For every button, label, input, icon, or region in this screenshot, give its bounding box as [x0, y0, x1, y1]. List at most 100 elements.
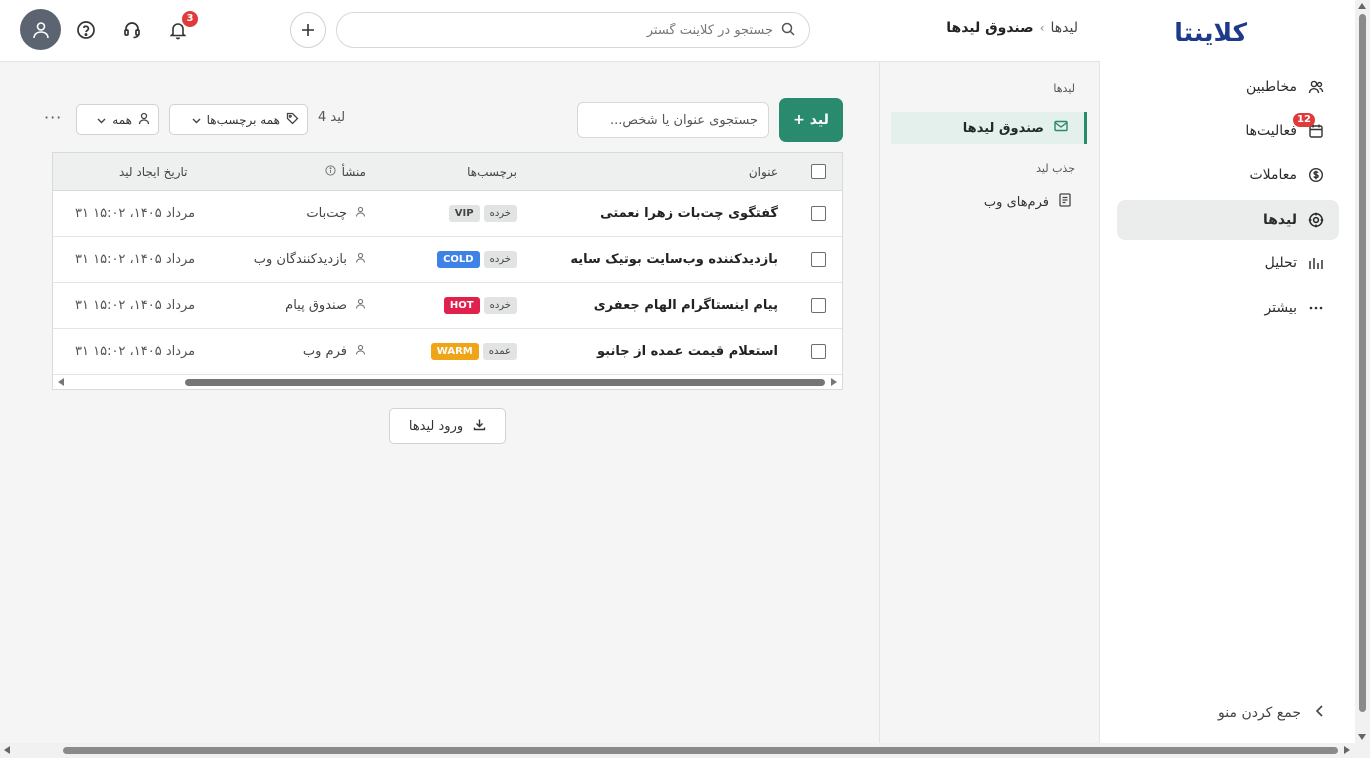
sidebar-item-deals[interactable]: معاملات: [1117, 155, 1339, 195]
add-lead-button[interactable]: + لید: [779, 98, 843, 142]
lead-title[interactable]: گفتگوی چت‌بات زهرا نعمتی: [600, 191, 778, 236]
person-icon: [355, 206, 366, 221]
tags-filter-dropdown[interactable]: همه برچسب‌ها: [169, 104, 308, 135]
chevron-down-icon: [192, 113, 201, 127]
temperature-tag: VIP: [448, 205, 480, 222]
sidebar-item-label: بیشتر: [1264, 300, 1297, 316]
table-row[interactable]: پیام اینستاگرام الهام جعفری خرده HOT صند…: [53, 283, 842, 329]
row-select-cell: [811, 283, 826, 328]
table-scroll-thumb[interactable]: [185, 379, 825, 386]
users-icon: [1307, 78, 1325, 96]
window-horizontal-scrollbar[interactable]: [0, 743, 1370, 758]
table-row[interactable]: استعلام قیمت عمده از جانبو عمده WARM فرم…: [53, 329, 842, 375]
row-checkbox[interactable]: [811, 206, 826, 221]
leads-table: عنوان برچسب‌ها منشأ تاریخ ایجاد لید گفتگ…: [52, 152, 843, 390]
segment-tag: خرده: [483, 297, 517, 314]
sidebar-item-leads[interactable]: لیدها: [1117, 200, 1339, 240]
lead-origin-label: فرم وب: [302, 344, 347, 359]
brand-logo[interactable]: کلاینتا: [1174, 18, 1248, 47]
row-checkbox[interactable]: [811, 344, 826, 359]
lead-origin: بازدیدکنندگان وب: [254, 237, 366, 282]
chevron-left-icon: [1315, 705, 1325, 721]
user-avatar[interactable]: [20, 9, 61, 50]
lead-origin-label: صندوق پیام: [285, 298, 347, 313]
global-search[interactable]: [336, 12, 810, 48]
lead-origin-label: بازدیدکنندگان وب: [253, 252, 347, 267]
support-button[interactable]: [120, 18, 144, 42]
row-checkbox[interactable]: [811, 298, 826, 313]
sidebar-item-analytics[interactable]: تحلیل: [1117, 243, 1339, 283]
lead-search-input[interactable]: [577, 102, 769, 138]
lead-origin: صندوق پیام: [285, 283, 366, 328]
calendar-icon: 12: [1293, 113, 1325, 140]
lead-created-date: ۳۱ مرداد ۱۴۰۵، ۱۵:۰۲: [75, 252, 196, 267]
table-row[interactable]: گفتگوی چت‌بات زهرا نعمتی خرده VIP چت‌بات…: [53, 191, 842, 237]
column-header-origin[interactable]: منشأ: [324, 153, 366, 190]
row-checkbox[interactable]: [811, 252, 826, 267]
sidebar-item-activities[interactable]: 12 فعالیت‌ها: [1117, 111, 1339, 151]
sidebar-item-label: معاملات: [1249, 167, 1297, 183]
column-header-tags[interactable]: برچسب‌ها: [467, 153, 517, 190]
segment-tag: عمده: [482, 343, 517, 360]
lead-title[interactable]: استعلام قیمت عمده از جانبو: [597, 329, 778, 374]
lead-origin: چت‌بات: [306, 191, 366, 236]
lead-title[interactable]: پیام اینستاگرام الهام جعفری: [594, 283, 778, 328]
lead-tags: عمده WARM: [430, 329, 517, 374]
notification-count-badge: 3: [182, 11, 198, 27]
sidebar-item-contacts[interactable]: مخاطبین: [1117, 67, 1339, 107]
scroll-left-arrow-icon[interactable]: [4, 746, 10, 754]
notifications-button[interactable]: 3: [166, 11, 198, 42]
quick-add-button[interactable]: [290, 12, 326, 48]
info-icon: [324, 164, 336, 179]
sidebar-item-label: لیدها: [1262, 212, 1297, 228]
plus-icon: [302, 24, 314, 36]
lead-created-date: ۳۱ مرداد ۱۴۰۵، ۱۵:۰۲: [75, 344, 196, 359]
sidebar-item-more[interactable]: بیشتر: [1117, 288, 1339, 328]
more-options-button[interactable]: ···: [44, 108, 62, 127]
column-header-title[interactable]: عنوان: [749, 153, 778, 190]
owner-filter-dropdown[interactable]: همه: [76, 104, 159, 135]
scroll-up-arrow-icon[interactable]: [1358, 3, 1366, 9]
chevron-down-icon: [97, 113, 106, 127]
collapse-menu-label: جمع کردن منو: [1218, 705, 1301, 721]
scroll-left-arrow-icon[interactable]: [58, 378, 64, 386]
table-horizontal-scrollbar[interactable]: [53, 375, 842, 389]
mail-icon: [1054, 120, 1068, 136]
app-window: کلاینتا مخاطبین 12 فعالیت‌ها معاملات: [0, 0, 1370, 758]
collapse-menu-button[interactable]: جمع کردن منو: [1218, 705, 1325, 721]
lead-created-date: ۳۱ مرداد ۱۴۰۵، ۱۵:۰۲: [75, 206, 196, 221]
bar-chart-icon: [1307, 254, 1325, 272]
import-leads-button[interactable]: ورود لیدها: [389, 408, 506, 444]
table-row[interactable]: بازدیدکننده وب‌سایت بوتیک سایه خرده COLD…: [53, 237, 842, 283]
window-hscroll-thumb[interactable]: [63, 747, 1338, 754]
window-scroll-thumb[interactable]: [1359, 14, 1366, 712]
select-all-cell: [811, 153, 826, 190]
subnav-item-web-forms[interactable]: فرم‌های وب: [891, 186, 1087, 218]
row-select-cell: [811, 191, 826, 236]
lead-title[interactable]: بازدیدکننده وب‌سایت بوتیک سایه: [570, 237, 778, 282]
window-vertical-scrollbar[interactable]: [1355, 0, 1370, 743]
lead-tags: خرده VIP: [448, 191, 517, 236]
lead-tags: خرده COLD: [437, 237, 517, 282]
search-icon: [781, 21, 795, 40]
scroll-right-arrow-icon[interactable]: [831, 378, 837, 386]
row-select-cell: [811, 329, 826, 374]
sidebar-item-label: فعالیت‌ها: [1245, 123, 1297, 139]
breadcrumb-parent[interactable]: لیدها: [1051, 20, 1079, 36]
download-icon: [473, 418, 486, 435]
lead-created-date: ۳۱ مرداد ۱۴۰۵، ۱۵:۰۲: [75, 298, 196, 313]
global-search-input[interactable]: [337, 22, 773, 38]
person-icon: [355, 298, 366, 313]
column-header-created[interactable]: تاریخ ایجاد لید: [119, 153, 188, 190]
help-button[interactable]: [74, 18, 98, 42]
user-icon: [32, 21, 49, 38]
subnav-section-title: جذب لید: [1036, 162, 1075, 175]
temperature-tag: WARM: [430, 343, 479, 360]
scroll-right-arrow-icon[interactable]: [1344, 746, 1350, 754]
scroll-down-arrow-icon[interactable]: [1358, 734, 1366, 740]
segment-tag: خرده: [483, 251, 517, 268]
subnav-item-lead-inbox[interactable]: صندوق لیدها: [891, 112, 1087, 144]
headset-icon: [124, 22, 140, 39]
target-icon: [1307, 211, 1325, 229]
select-all-checkbox[interactable]: [811, 164, 826, 179]
